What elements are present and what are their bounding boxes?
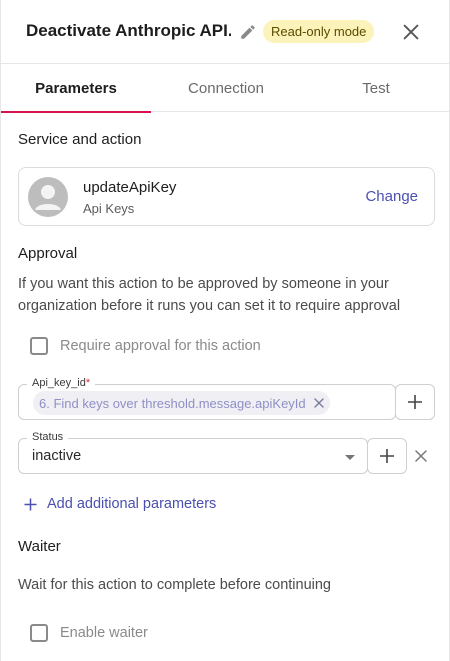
change-button[interactable]: Change: [365, 188, 418, 205]
enable-waiter-checkbox[interactable]: [30, 624, 48, 642]
status-label: Status: [27, 431, 69, 443]
waiter-description: Wait for this action to complete before …: [18, 577, 331, 593]
require-approval-row: Require approval for this action: [30, 336, 261, 356]
close-icon[interactable]: [400, 21, 422, 43]
pencil-icon[interactable]: [239, 23, 257, 41]
status-value: inactive: [32, 448, 82, 464]
add-parameters-label: Add additional parameters: [47, 496, 217, 512]
service-name: Api Keys: [83, 201, 135, 216]
remove-status-icon[interactable]: [414, 449, 428, 463]
api-key-id-chip: 6. Find keys over threshold.message.apiK…: [33, 391, 330, 415]
avatar-icon: [28, 177, 68, 217]
service-section-title: Service and action: [18, 131, 142, 148]
api-key-id-field[interactable]: Api_key_id* 6. Find keys over threshold.…: [18, 377, 396, 420]
read-only-badge: Read-only mode: [263, 20, 375, 43]
panel-title: Deactivate Anthropic API...: [26, 21, 231, 40]
api-key-id-add-button[interactable]: [395, 384, 435, 420]
chevron-down-icon: [345, 455, 355, 460]
approval-section-title: Approval: [18, 245, 78, 262]
status-add-button[interactable]: [367, 438, 407, 474]
api-key-id-label: Api_key_id*: [27, 377, 96, 389]
action-name: updateApiKey: [83, 179, 177, 196]
tab-test[interactable]: Test: [301, 65, 450, 112]
service-card: updateApiKey Api Keys Change: [18, 167, 435, 226]
chip-remove-icon[interactable]: [312, 396, 326, 410]
tab-bar: Parameters Connection Test: [1, 65, 450, 113]
plus-icon: [24, 498, 37, 510]
enable-waiter-row: Enable waiter: [30, 623, 148, 643]
add-parameters-button[interactable]: Add additional parameters: [24, 496, 216, 512]
waiter-section-title: Waiter: [18, 538, 61, 555]
tab-parameters[interactable]: Parameters: [1, 65, 151, 113]
enable-waiter-label: Enable waiter: [60, 625, 148, 641]
approval-description: If you want this action to be approved b…: [18, 276, 401, 314]
require-approval-checkbox[interactable]: [30, 337, 48, 355]
api-key-id-chip-text: 6. Find keys over threshold.message.apiK…: [39, 395, 306, 411]
action-settings-panel: Deactivate Anthropic API... Read-only mo…: [0, 0, 450, 661]
plus-icon: [408, 395, 422, 409]
require-approval-label: Require approval for this action: [60, 338, 261, 354]
tab-connection[interactable]: Connection: [151, 65, 301, 112]
plus-icon: [380, 449, 394, 463]
panel-header: Deactivate Anthropic API... Read-only mo…: [1, 0, 450, 64]
status-select[interactable]: Status inactive: [18, 431, 368, 474]
